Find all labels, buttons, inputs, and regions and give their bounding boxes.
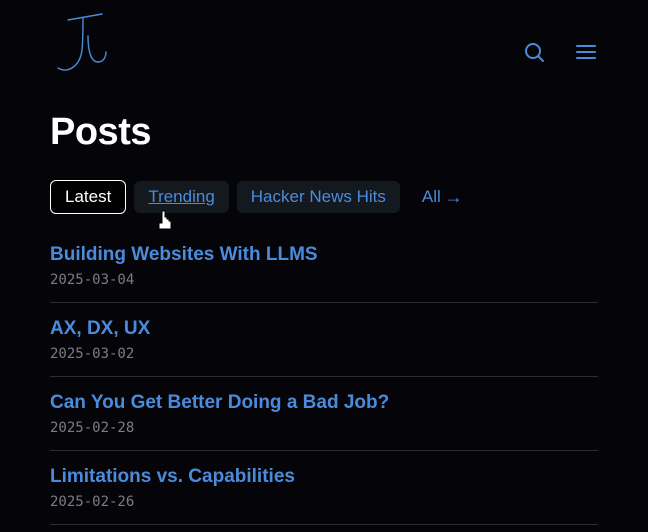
tab-hacker-news[interactable]: Hacker News Hits (237, 181, 400, 213)
hamburger-icon (574, 40, 598, 64)
menu-button[interactable] (574, 40, 598, 64)
list-item: Limitations vs. Capabilities 2025-02-26 (50, 451, 598, 525)
post-link[interactable]: Building Websites With LLMS (50, 244, 318, 266)
post-date: 2025-02-26 (50, 494, 598, 510)
arrow-right-icon: → (445, 187, 463, 208)
post-date: 2025-03-04 (50, 272, 598, 288)
post-list: Building Websites With LLMS 2025-03-04 A… (50, 244, 598, 525)
filter-tabs: Latest Trending Hacker News Hits All → (50, 180, 598, 214)
list-item: AX, DX, UX 2025-03-02 (50, 303, 598, 377)
header-actions (522, 40, 598, 64)
post-link[interactable]: AX, DX, UX (50, 318, 150, 340)
tab-latest[interactable]: Latest (50, 180, 126, 214)
tab-trending[interactable]: Trending (134, 181, 228, 213)
post-link[interactable]: Can You Get Better Doing a Bad Job? (50, 392, 389, 414)
search-button[interactable] (522, 40, 546, 64)
site-header (50, 0, 598, 109)
list-item: Building Websites With LLMS 2025-03-04 (50, 244, 598, 303)
page-title: Posts (50, 111, 598, 154)
post-date: 2025-03-02 (50, 346, 598, 362)
logo-signature-icon (50, 12, 112, 86)
post-link[interactable]: Limitations vs. Capabilities (50, 466, 295, 488)
post-date: 2025-02-28 (50, 420, 598, 436)
tab-all[interactable]: All → (408, 181, 477, 214)
list-item: Can You Get Better Doing a Bad Job? 2025… (50, 377, 598, 451)
search-icon (522, 40, 546, 64)
logo-link[interactable] (50, 12, 112, 91)
tab-all-label: All (422, 187, 441, 207)
